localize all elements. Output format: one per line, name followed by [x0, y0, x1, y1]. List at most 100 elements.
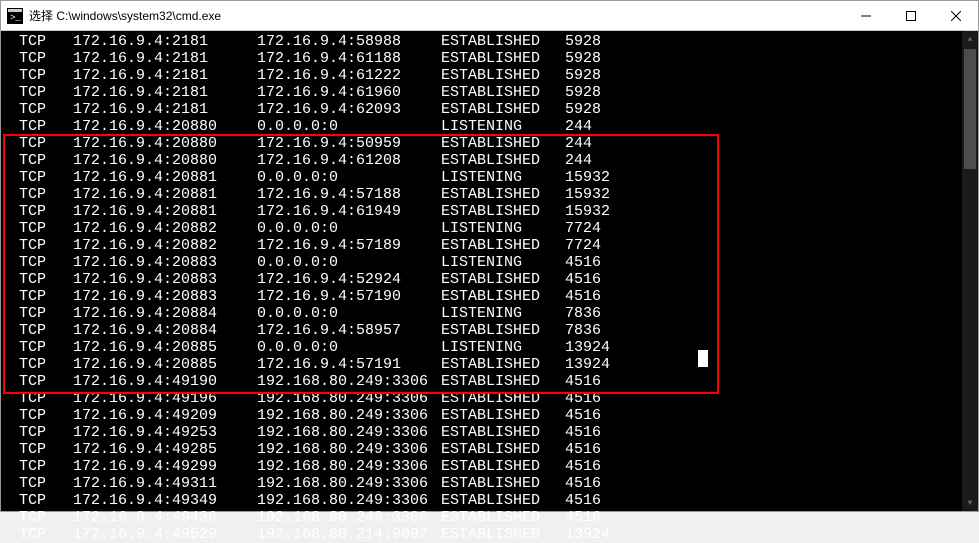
- col-local-address: 172.16.9.4:49190: [73, 373, 257, 390]
- col-state: ESTABLISHED: [441, 135, 565, 152]
- col-local-address: 172.16.9.4:2181: [73, 33, 257, 50]
- col-remote-address: 172.16.9.4:57188: [257, 186, 441, 203]
- col-proto: TCP: [19, 101, 73, 118]
- col-remote-address: 192.168.80.249:3306: [257, 475, 441, 492]
- col-pid: 4516: [565, 390, 601, 407]
- col-local-address: 172.16.9.4:2181: [73, 101, 257, 118]
- netstat-row: TCP172.16.9.4:20882172.16.9.4:57189ESTAB…: [1, 237, 978, 254]
- col-pid: 4516: [565, 373, 601, 390]
- netstat-row: TCP172.16.9.4:49349192.168.80.249:3306ES…: [1, 492, 978, 509]
- scrollbar-thumb[interactable]: [964, 49, 976, 169]
- netstat-row: TCP172.16.9.4:49311192.168.80.249:3306ES…: [1, 475, 978, 492]
- col-remote-address: 0.0.0.0:0: [257, 169, 441, 186]
- col-remote-address: 172.16.9.4:61949: [257, 203, 441, 220]
- col-pid: 4516: [565, 441, 601, 458]
- col-local-address: 172.16.9.4:20882: [73, 220, 257, 237]
- scrollbar-arrow-down-icon[interactable]: ▼: [962, 495, 978, 511]
- netstat-row: TCP172.16.9.4:49190192.168.80.249:3306ES…: [1, 373, 978, 390]
- col-state: ESTABLISHED: [441, 33, 565, 50]
- col-remote-address: 172.16.9.4:58988: [257, 33, 441, 50]
- window-controls: [843, 1, 978, 30]
- col-remote-address: 172.16.9.4:62093: [257, 101, 441, 118]
- col-local-address: 172.16.9.4:20884: [73, 305, 257, 322]
- console-area[interactable]: TCP172.16.9.4:2181172.16.9.4:58988ESTABL…: [1, 31, 978, 511]
- col-remote-address: 172.16.9.4:61188: [257, 50, 441, 67]
- svg-text:>_: >_: [10, 13, 21, 23]
- col-proto: TCP: [19, 475, 73, 492]
- maximize-button[interactable]: [888, 1, 933, 30]
- netstat-row: TCP172.16.9.4:208810.0.0.0:0LISTENING159…: [1, 169, 978, 186]
- col-remote-address: 192.168.80.249:3306: [257, 424, 441, 441]
- col-proto: TCP: [19, 441, 73, 458]
- col-state: LISTENING: [441, 305, 565, 322]
- col-remote-address: 172.16.9.4:61222: [257, 67, 441, 84]
- col-state: ESTABLISHED: [441, 101, 565, 118]
- col-local-address: 172.16.9.4:20885: [73, 356, 257, 373]
- col-pid: 13924: [565, 526, 610, 543]
- scrollbar-arrow-up-icon[interactable]: ▲: [962, 31, 978, 47]
- col-local-address: 172.16.9.4:20881: [73, 203, 257, 220]
- col-pid: 4516: [565, 407, 601, 424]
- col-proto: TCP: [19, 373, 73, 390]
- col-pid: 5928: [565, 50, 601, 67]
- window-title: 选择 C:\windows\system32\cmd.exe: [29, 7, 843, 24]
- col-state: LISTENING: [441, 118, 565, 135]
- col-pid: 5928: [565, 84, 601, 101]
- col-pid: 244: [565, 135, 592, 152]
- netstat-row: TCP172.16.9.4:20881172.16.9.4:57188ESTAB…: [1, 186, 978, 203]
- netstat-row: TCP172.16.9.4:20883172.16.9.4:52924ESTAB…: [1, 271, 978, 288]
- col-local-address: 172.16.9.4:20880: [73, 152, 257, 169]
- col-state: ESTABLISHED: [441, 67, 565, 84]
- vertical-scrollbar[interactable]: ▲ ▼: [962, 31, 978, 511]
- netstat-row: TCP172.16.9.4:20881172.16.9.4:61949ESTAB…: [1, 203, 978, 220]
- col-state: ESTABLISHED: [441, 203, 565, 220]
- col-proto: TCP: [19, 339, 73, 356]
- col-local-address: 172.16.9.4:49196: [73, 390, 257, 407]
- col-proto: TCP: [19, 288, 73, 305]
- col-local-address: 172.16.9.4:20881: [73, 186, 257, 203]
- col-proto: TCP: [19, 135, 73, 152]
- netstat-row: TCP172.16.9.4:49253192.168.80.249:3306ES…: [1, 424, 978, 441]
- col-state: ESTABLISHED: [441, 407, 565, 424]
- minimize-button[interactable]: [843, 1, 888, 30]
- col-remote-address: 192.168.80.249:3306: [257, 373, 441, 390]
- col-state: ESTABLISHED: [441, 526, 565, 543]
- col-remote-address: 0.0.0.0:0: [257, 220, 441, 237]
- col-state: ESTABLISHED: [441, 356, 565, 373]
- netstat-row: TCP172.16.9.4:2181172.16.9.4:61188ESTABL…: [1, 50, 978, 67]
- col-local-address: 172.16.9.4:20880: [73, 118, 257, 135]
- col-proto: TCP: [19, 271, 73, 288]
- col-remote-address: 0.0.0.0:0: [257, 254, 441, 271]
- col-pid: 4516: [565, 424, 601, 441]
- col-state: ESTABLISHED: [441, 271, 565, 288]
- netstat-row: TCP172.16.9.4:208840.0.0.0:0LISTENING783…: [1, 305, 978, 322]
- col-state: ESTABLISHED: [441, 322, 565, 339]
- col-remote-address: 172.16.9.4:58957: [257, 322, 441, 339]
- netstat-row: TCP172.16.9.4:208820.0.0.0:0LISTENING772…: [1, 220, 978, 237]
- close-button[interactable]: [933, 1, 978, 30]
- col-state: ESTABLISHED: [441, 424, 565, 441]
- netstat-row: TCP172.16.9.4:49285192.168.80.249:3306ES…: [1, 441, 978, 458]
- col-pid: 7836: [565, 322, 601, 339]
- col-local-address: 172.16.9.4:20881: [73, 169, 257, 186]
- col-remote-address: 0.0.0.0:0: [257, 305, 441, 322]
- col-proto: TCP: [19, 390, 73, 407]
- col-remote-address: 172.16.9.4:57191: [257, 356, 441, 373]
- col-proto: TCP: [19, 254, 73, 271]
- col-state: LISTENING: [441, 169, 565, 186]
- col-pid: 4516: [565, 492, 601, 509]
- col-pid: 15932: [565, 169, 610, 186]
- text-cursor: [698, 350, 708, 367]
- col-remote-address: 172.16.9.4:61960: [257, 84, 441, 101]
- netstat-row: TCP172.16.9.4:2181172.16.9.4:61222ESTABL…: [1, 67, 978, 84]
- col-remote-address: 192.168.80.249:3306: [257, 441, 441, 458]
- netstat-row: TCP172.16.9.4:20883172.16.9.4:57190ESTAB…: [1, 288, 978, 305]
- netstat-row: TCP172.16.9.4:49209192.168.80.249:3306ES…: [1, 407, 978, 424]
- col-proto: TCP: [19, 118, 73, 135]
- netstat-row: TCP172.16.9.4:208800.0.0.0:0LISTENING244: [1, 118, 978, 135]
- col-pid: 7724: [565, 220, 601, 237]
- col-proto: TCP: [19, 492, 73, 509]
- col-remote-address: 172.16.9.4:57189: [257, 237, 441, 254]
- col-pid: 4516: [565, 458, 601, 475]
- col-state: LISTENING: [441, 254, 565, 271]
